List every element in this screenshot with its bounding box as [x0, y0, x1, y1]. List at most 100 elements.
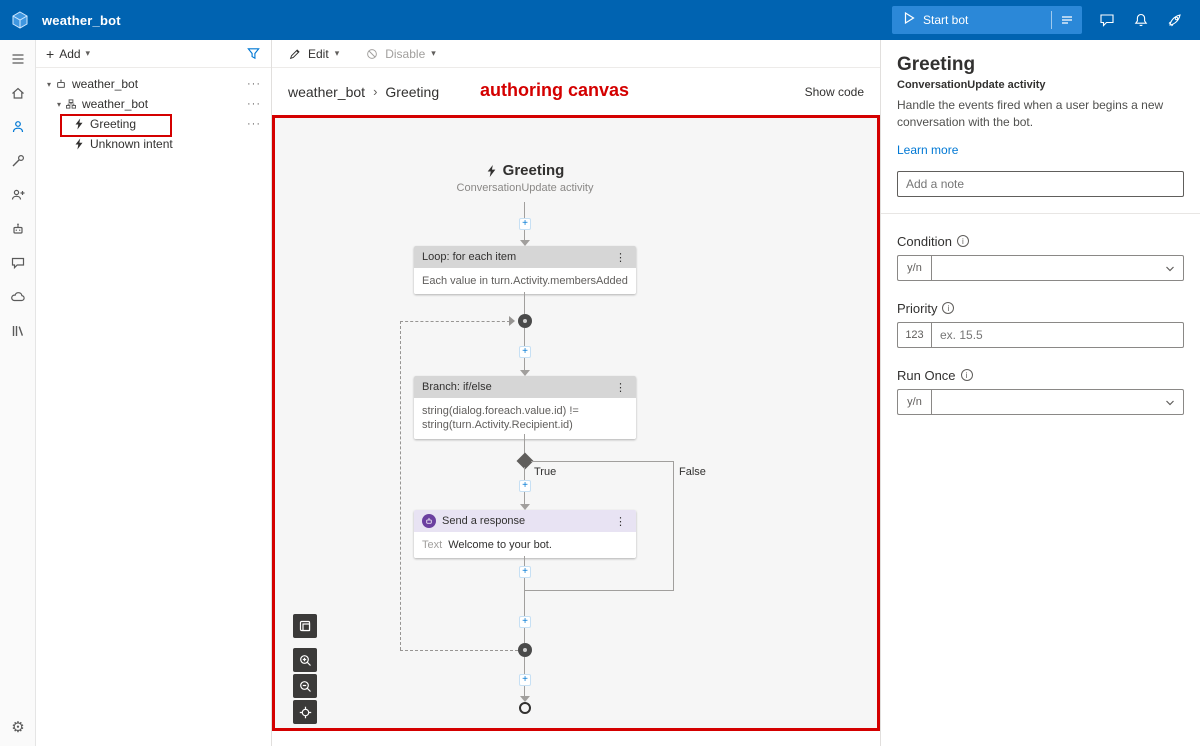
add-step-button[interactable]: +: [519, 616, 531, 628]
note-input[interactable]: [897, 171, 1184, 197]
priority-field: 123: [897, 322, 1184, 348]
run-once-label-text: Run Once: [897, 368, 956, 383]
tree-item-trigger-greeting[interactable]: Greeting ···: [36, 114, 271, 134]
tree-item-label: Unknown intent: [90, 137, 271, 151]
branch-true-label: True: [534, 466, 556, 478]
flow-line: [524, 556, 525, 566]
priority-input[interactable]: [932, 323, 1183, 347]
filter-button[interactable]: [246, 46, 261, 61]
disable-icon: [365, 47, 379, 61]
flow-line: [524, 628, 525, 643]
lightning-icon: [72, 118, 86, 130]
loop-back-line: [400, 321, 510, 322]
properties-description: Handle the events fired when a user begi…: [897, 97, 1184, 131]
add-step-button[interactable]: +: [519, 674, 531, 686]
branch-false-label: False: [679, 466, 706, 478]
funnel-icon: [246, 46, 261, 61]
play-icon: [904, 11, 915, 29]
expander-icon[interactable]: ▾: [44, 80, 54, 89]
dialog-flow-icon: [64, 98, 78, 110]
disable-button[interactable]: Disable ▾: [365, 47, 436, 61]
loop-begin-marker: [518, 314, 532, 328]
chevron-down-icon: ▾: [86, 49, 91, 58]
add-step-button[interactable]: +: [519, 566, 531, 578]
breadcrumb: weather_bot › Greeting: [288, 84, 439, 100]
bot-runtime-panel-button[interactable]: [1052, 6, 1082, 34]
bot-icon[interactable]: [5, 218, 31, 240]
pencil-icon: [288, 47, 302, 61]
settings-gear-icon[interactable]: ⚙: [0, 718, 36, 736]
explorer-header: + Add ▾: [36, 40, 271, 68]
edit-button[interactable]: Edit ▾: [288, 47, 339, 61]
start-bot-button-group: Start bot: [892, 6, 1082, 34]
add-button[interactable]: + Add ▾: [46, 47, 90, 61]
event-header[interactable]: Greeting ConversationUpdate activity: [365, 162, 685, 194]
add-step-button[interactable]: +: [519, 480, 531, 492]
chat-icon[interactable]: [5, 252, 31, 274]
send-response-node[interactable]: Send a response ⋮ Text Welcome to your b…: [414, 510, 636, 558]
breadcrumb-current[interactable]: Greeting: [385, 84, 439, 100]
node-menu-button[interactable]: ⋮: [613, 515, 628, 528]
bot-composer-app: weather_bot Start bot: [0, 0, 1200, 746]
learn-more-link[interactable]: Learn more: [897, 143, 958, 157]
info-icon[interactable]: i: [942, 302, 954, 314]
event-title: Greeting: [503, 162, 565, 179]
show-code-button[interactable]: Show code: [805, 85, 864, 99]
start-bot-button[interactable]: Start bot: [892, 6, 1051, 34]
flow-line: [524, 578, 525, 616]
priority-label-text: Priority: [897, 301, 937, 316]
loop-node-body: Each value in turn.Activity.membersAdded: [414, 268, 636, 294]
run-once-select[interactable]: [931, 389, 1184, 415]
library-icon[interactable]: [5, 320, 31, 342]
publish-rocket-icon[interactable]: [1166, 11, 1184, 29]
tree-item-trigger-unknown-intent[interactable]: Unknown intent: [36, 134, 271, 154]
node-menu-button[interactable]: ⋮: [613, 251, 628, 264]
breadcrumb-row: weather_bot › Greeting authoring canvas …: [272, 68, 880, 115]
home-icon[interactable]: [5, 82, 31, 104]
tree-item-project[interactable]: ▾ weather_bot ···: [36, 74, 271, 94]
loop-node[interactable]: Loop: for each item ⋮ Each value in turn…: [414, 246, 636, 294]
flow-line: [531, 461, 673, 462]
user-input-icon[interactable]: [5, 184, 31, 206]
info-icon[interactable]: i: [957, 235, 969, 247]
disable-button-label: Disable: [385, 47, 425, 61]
add-step-button[interactable]: +: [519, 218, 531, 230]
branch-node-title: Branch: if/else: [422, 381, 613, 393]
reset-view-button[interactable]: [293, 700, 317, 724]
design-flow-icon[interactable]: [5, 116, 31, 138]
breadcrumb-root[interactable]: weather_bot: [288, 84, 365, 100]
bot-project-icon: [54, 78, 68, 90]
tree-item-dialog[interactable]: ▾ weather_bot ···: [36, 94, 271, 114]
notifications-bell-icon[interactable]: [1132, 11, 1150, 29]
center-area: Edit ▾ Disable ▾ weather_bot › Greeting …: [272, 40, 880, 746]
minimap-toggle-button[interactable]: [293, 614, 317, 638]
flow-line: [524, 328, 525, 346]
info-icon[interactable]: i: [961, 369, 973, 381]
zoom-in-button[interactable]: [293, 648, 317, 672]
more-options-icon[interactable]: ···: [247, 118, 271, 130]
node-menu-button[interactable]: ⋮: [613, 381, 628, 394]
send-response-text-prefix: Text: [422, 538, 442, 552]
authoring-canvas[interactable]: Greeting ConversationUpdate activity + L…: [272, 115, 880, 731]
more-options-icon[interactable]: ···: [247, 78, 271, 90]
add-step-button[interactable]: +: [519, 346, 531, 358]
flow-line: [524, 686, 525, 696]
expander-icon[interactable]: ▾: [54, 100, 64, 109]
condition-label-text: Condition: [897, 234, 952, 249]
breadcrumb-separator: ›: [373, 84, 377, 99]
add-button-label: Add: [59, 47, 80, 61]
hamburger-menu-icon[interactable]: [5, 48, 31, 70]
cloud-icon[interactable]: [5, 286, 31, 308]
properties-subtitle: ConversationUpdate activity: [897, 79, 1184, 91]
flow-end-marker: [519, 702, 531, 714]
condition-select[interactable]: [931, 255, 1184, 281]
more-options-icon[interactable]: ···: [247, 98, 271, 110]
start-bot-label: Start bot: [923, 13, 968, 27]
branch-node[interactable]: Branch: if/else ⋮ string(dialog.foreach.…: [414, 376, 636, 439]
lightning-icon: [72, 138, 86, 150]
zoom-out-button[interactable]: [293, 674, 317, 698]
properties-panel: Greeting ConversationUpdate activity Han…: [880, 40, 1200, 746]
chevron-down-icon: ▾: [431, 49, 436, 58]
feedback-icon[interactable]: [1098, 11, 1116, 29]
tools-wrench-icon[interactable]: [5, 150, 31, 172]
